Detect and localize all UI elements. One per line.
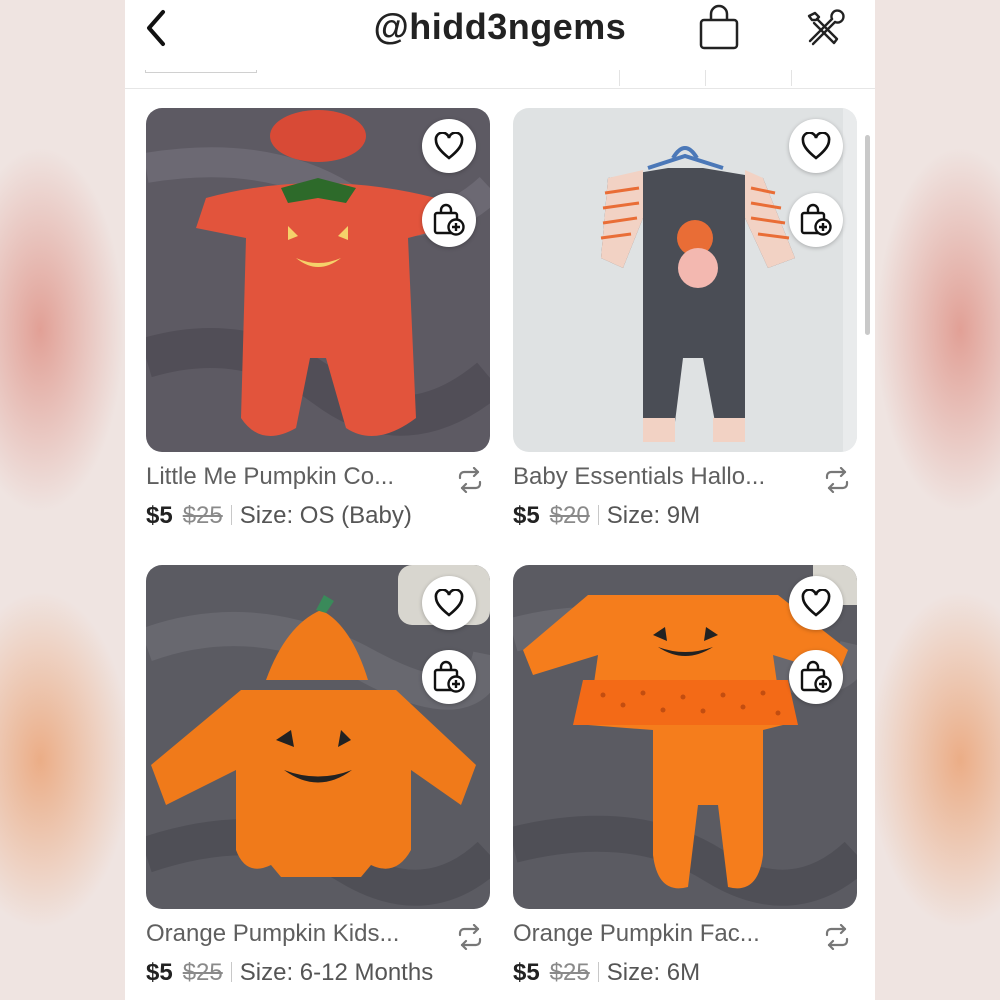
bag-plus-icon bbox=[800, 203, 832, 236]
listing-title[interactable]: Baby Essentials Hallo... bbox=[513, 463, 803, 491]
listing-title-row: Little Me Pumpkin Co... bbox=[146, 463, 490, 497]
tools-icon bbox=[807, 9, 845, 46]
like-button[interactable] bbox=[422, 119, 476, 173]
listing-title-row: Baby Essentials Hallo... bbox=[513, 463, 857, 497]
original-price: $25 bbox=[182, 502, 223, 529]
size-label: Size: bbox=[239, 959, 294, 986]
share-icon bbox=[458, 923, 482, 951]
filter-divider bbox=[791, 70, 792, 86]
price-divider bbox=[597, 505, 599, 525]
heart-icon bbox=[434, 132, 464, 160]
listing-price: $5 bbox=[513, 959, 540, 986]
listing-title[interactable]: Orange Pumpkin Kids... bbox=[146, 920, 436, 948]
share-icon bbox=[825, 466, 849, 494]
share-button[interactable] bbox=[823, 923, 851, 951]
listing-title[interactable]: Little Me Pumpkin Co... bbox=[146, 463, 436, 491]
share-icon bbox=[458, 466, 482, 494]
top-bar: @hidd3ngems bbox=[125, 0, 875, 71]
listing-price-row: $5 $25 Size: 6-12 Months bbox=[146, 959, 490, 993]
size-value: 6-12 Months bbox=[299, 959, 434, 986]
listing-price: $5 bbox=[513, 502, 540, 529]
heart-icon bbox=[801, 132, 831, 160]
size-value: OS (Baby) bbox=[299, 502, 412, 529]
size-label: Size: bbox=[606, 959, 661, 986]
listing-price-row: $5 $25 Size: OS (Baby) bbox=[146, 502, 490, 536]
add-to-bundle-button[interactable] bbox=[789, 650, 843, 704]
add-to-bundle-button[interactable] bbox=[789, 193, 843, 247]
filter-divider bbox=[619, 70, 620, 86]
listing-price: $5 bbox=[146, 959, 173, 986]
listing-title-row: Orange Pumpkin Kids... bbox=[146, 920, 490, 954]
listing-price-row: $5 $20 Size: 9M bbox=[513, 502, 857, 536]
closet-title: @hidd3ngems bbox=[373, 6, 627, 47]
heart-icon bbox=[801, 589, 831, 617]
like-button[interactable] bbox=[789, 119, 843, 173]
scrollbar[interactable] bbox=[865, 135, 870, 335]
listing-price-row: $5 $25 Size: 6M bbox=[513, 959, 857, 993]
bag-plus-icon bbox=[433, 203, 465, 236]
size-label: Size: bbox=[606, 502, 661, 529]
share-icon bbox=[825, 923, 849, 951]
listing-photo[interactable] bbox=[146, 108, 490, 452]
listing-photo[interactable] bbox=[513, 565, 857, 909]
filter-divider bbox=[705, 70, 706, 86]
shop-screen: @hidd3ngems Little Me Pumpkin Co... $5 $… bbox=[125, 0, 875, 1000]
listing-price: $5 bbox=[146, 502, 173, 529]
filter-pill-edge[interactable] bbox=[145, 70, 257, 73]
bag-plus-icon bbox=[433, 660, 465, 693]
price-divider bbox=[597, 962, 599, 982]
shopping-bag-icon bbox=[699, 4, 739, 50]
share-button[interactable] bbox=[823, 466, 851, 494]
original-price: $20 bbox=[549, 502, 590, 529]
share-button[interactable] bbox=[456, 466, 484, 494]
like-button[interactable] bbox=[422, 576, 476, 630]
share-button[interactable] bbox=[456, 923, 484, 951]
original-price: $25 bbox=[182, 959, 223, 986]
price-divider bbox=[230, 505, 232, 525]
listing-photo[interactable] bbox=[513, 108, 857, 452]
listing-title-row: Orange Pumpkin Fac... bbox=[513, 920, 857, 954]
closet-tools-button[interactable] bbox=[801, 6, 847, 52]
add-to-bundle-button[interactable] bbox=[422, 193, 476, 247]
original-price: $25 bbox=[549, 959, 590, 986]
shopping-bag-button[interactable] bbox=[697, 4, 741, 52]
listing-photo[interactable] bbox=[146, 565, 490, 909]
size-value: 6M bbox=[666, 959, 701, 986]
add-to-bundle-button[interactable] bbox=[422, 650, 476, 704]
bag-plus-icon bbox=[800, 660, 832, 693]
like-button[interactable] bbox=[789, 576, 843, 630]
filter-bar bbox=[125, 70, 875, 89]
heart-icon bbox=[434, 589, 464, 617]
size-label: Size: bbox=[239, 502, 294, 529]
listing-title[interactable]: Orange Pumpkin Fac... bbox=[513, 920, 803, 948]
size-value: 9M bbox=[666, 502, 701, 529]
price-divider bbox=[230, 962, 232, 982]
